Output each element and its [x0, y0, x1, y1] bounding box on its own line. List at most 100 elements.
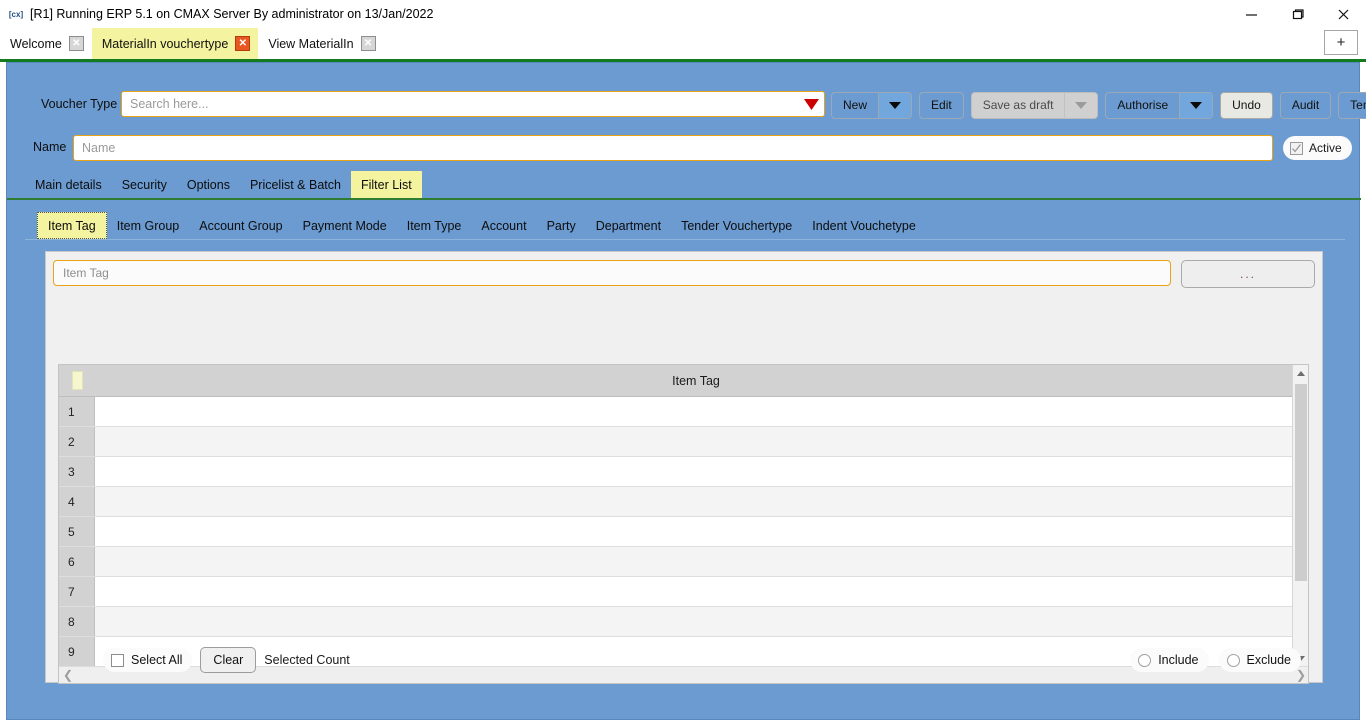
- row-cell-item-tag[interactable]: [95, 427, 1308, 456]
- table-row[interactable]: 1: [59, 397, 1308, 427]
- tab-label: Indent Vouchetype: [812, 218, 916, 233]
- authorise-button[interactable]: Authorise: [1105, 91, 1214, 119]
- tab-view-materialin[interactable]: View MaterialIn ✕: [258, 28, 384, 59]
- tab-close-icon[interactable]: ✕: [235, 36, 251, 51]
- new-tab-area: +: [1324, 28, 1366, 59]
- subtab-party[interactable]: Party: [537, 212, 586, 239]
- maximize-icon[interactable]: [1274, 0, 1320, 28]
- grid-column-header-item-tag[interactable]: Item Tag: [95, 374, 1297, 388]
- tab-label: Main details: [35, 177, 102, 192]
- tab-label: Item Group: [116, 218, 180, 233]
- tab-filter-list[interactable]: Filter List: [350, 171, 422, 198]
- subtab-account-group[interactable]: Account Group: [189, 212, 292, 239]
- new-button[interactable]: New: [831, 91, 913, 119]
- table-row[interactable]: 7: [59, 577, 1308, 607]
- close-icon[interactable]: [1320, 0, 1366, 28]
- new-tab-button[interactable]: +: [1324, 30, 1358, 55]
- table-row[interactable]: 2: [59, 427, 1308, 457]
- table-row[interactable]: 4: [59, 487, 1308, 517]
- chevron-down-icon[interactable]: [1064, 92, 1098, 118]
- tab-close-icon[interactable]: ✕: [360, 36, 376, 51]
- name-field-box[interactable]: [73, 135, 1273, 161]
- row-number: 2: [59, 427, 95, 456]
- select-all-checkbox[interactable]: Select All: [103, 648, 193, 672]
- window-title-bar: [cx] [R1] Running ERP 5.1 on CMAX Server…: [0, 0, 1366, 28]
- grid-header-row: Item Tag: [59, 365, 1308, 397]
- tab-pricelist-batch[interactable]: Pricelist & Batch: [240, 171, 351, 198]
- active-checkbox[interactable]: Active: [1283, 136, 1352, 160]
- save-as-draft-button[interactable]: Save as draft: [970, 91, 1099, 119]
- edit-button[interactable]: Edit: [919, 91, 964, 119]
- authorise-button-label: Authorise: [1117, 97, 1169, 112]
- filter-actions-right: Include Exclude: [1130, 646, 1301, 674]
- row-cell-item-tag[interactable]: [95, 397, 1308, 426]
- tab-label: Department: [595, 218, 662, 233]
- tab-security[interactable]: Security: [112, 171, 177, 198]
- table-row[interactable]: 5: [59, 517, 1308, 547]
- save-as-draft-label: Save as draft: [982, 97, 1054, 112]
- item-tag-search-input[interactable]: [54, 260, 1170, 286]
- voucher-type-label: Voucher Type: [41, 97, 118, 111]
- subtab-department[interactable]: Department: [586, 212, 671, 239]
- subtab-item-type[interactable]: Item Type: [397, 212, 472, 239]
- subtab-account[interactable]: Account: [471, 212, 536, 239]
- chevron-down-icon[interactable]: [1179, 92, 1213, 118]
- exclude-radio[interactable]: Exclude: [1218, 648, 1301, 672]
- active-label: Active: [1309, 141, 1342, 155]
- row-cell-item-tag[interactable]: [95, 577, 1308, 606]
- tab-materialin-vouchertype[interactable]: MaterialIn vouchertype ✕: [91, 28, 259, 59]
- subtab-tender-vouchertype[interactable]: Tender Vouchertype: [671, 212, 802, 239]
- chevron-down-icon[interactable]: [878, 92, 912, 118]
- name-row: Name Active: [7, 135, 1361, 163]
- audit-button[interactable]: Audit: [1279, 91, 1332, 119]
- name-label: Name: [33, 140, 67, 154]
- audit-button-label: Audit: [1291, 97, 1320, 112]
- window-controls: [1228, 0, 1366, 28]
- include-radio[interactable]: Include: [1130, 648, 1209, 672]
- filter-sub-tab-strip: Item Tag Item Group Account Group Paymen…: [37, 212, 926, 239]
- template-button[interactable]: Template: [1338, 91, 1366, 119]
- dropdown-arrow-icon[interactable]: [798, 98, 824, 111]
- sub-tabs-divider: [25, 239, 1345, 240]
- include-label: Include: [1158, 653, 1199, 667]
- subtab-item-group[interactable]: Item Group: [107, 212, 190, 239]
- row-cell-item-tag[interactable]: [95, 487, 1308, 516]
- item-tag-search-box[interactable]: [53, 260, 1171, 286]
- table-row[interactable]: 3: [59, 457, 1308, 487]
- tab-welcome[interactable]: Welcome ✕: [0, 28, 92, 59]
- subtab-indent-vouchetype[interactable]: Indent Vouchetype: [802, 212, 926, 239]
- more-options-button[interactable]: ...: [1181, 260, 1315, 288]
- main-tabs-divider: [7, 198, 1361, 200]
- row-number: 8: [59, 607, 95, 636]
- table-row[interactable]: 8: [59, 607, 1308, 637]
- row-cell-item-tag[interactable]: [95, 457, 1308, 486]
- row-cell-item-tag[interactable]: [95, 607, 1308, 636]
- radio-icon: [1138, 653, 1152, 667]
- row-cell-item-tag[interactable]: [95, 547, 1308, 576]
- tab-main-details[interactable]: Main details: [25, 171, 112, 198]
- grid-select-all-corner[interactable]: [59, 365, 95, 397]
- tab-close-icon[interactable]: ✕: [68, 36, 84, 51]
- filter-actions-left: Select All Clear Selected Count: [103, 646, 350, 674]
- vertical-scroll-thumb[interactable]: [1295, 384, 1307, 581]
- subtab-payment-mode[interactable]: Payment Mode: [293, 212, 397, 239]
- grid-vertical-scrollbar[interactable]: [1292, 365, 1308, 667]
- name-input[interactable]: [74, 135, 1272, 161]
- voucher-type-search-input[interactable]: [122, 91, 798, 117]
- tab-label: Payment Mode: [302, 218, 387, 233]
- voucher-type-search-box[interactable]: [121, 91, 825, 117]
- scroll-up-icon[interactable]: [1293, 365, 1308, 382]
- exclude-label: Exclude: [1246, 653, 1291, 667]
- undo-button[interactable]: Undo: [1220, 91, 1273, 119]
- tab-label: Item Type: [406, 218, 462, 233]
- tab-label: Pricelist & Batch: [249, 177, 341, 192]
- tab-label: Security: [121, 177, 167, 192]
- minimize-icon[interactable]: [1228, 0, 1274, 28]
- tab-label: Account: [481, 218, 527, 233]
- clear-button[interactable]: Clear: [200, 647, 257, 673]
- tab-label: Welcome: [10, 36, 62, 51]
- table-row[interactable]: 6: [59, 547, 1308, 577]
- tab-options[interactable]: Options: [177, 171, 240, 198]
- subtab-item-tag[interactable]: Item Tag: [37, 212, 107, 239]
- row-cell-item-tag[interactable]: [95, 517, 1308, 546]
